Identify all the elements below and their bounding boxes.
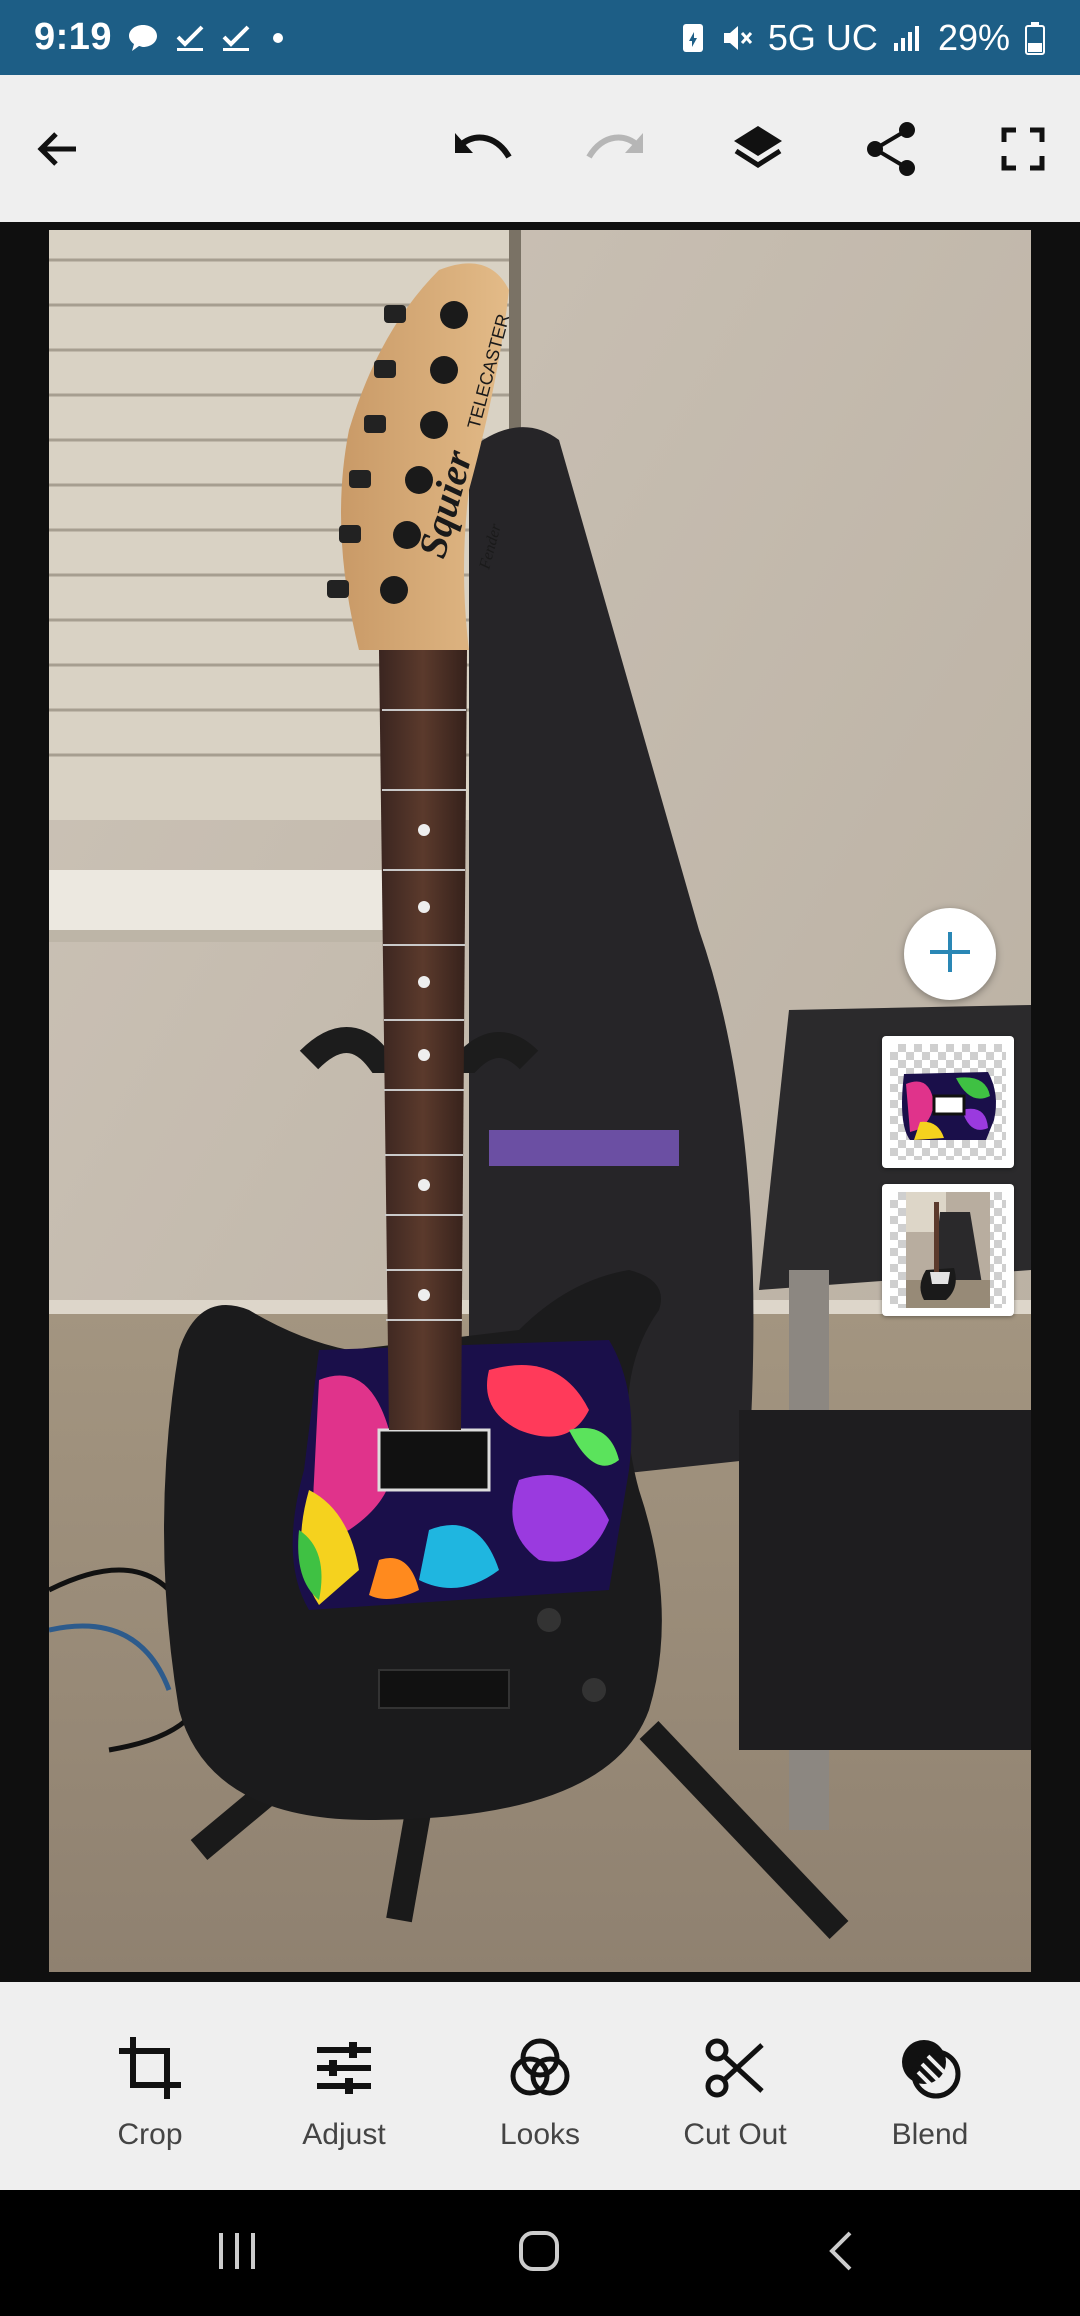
- looks-circles-icon: [508, 2032, 572, 2104]
- scissors-icon: [704, 2032, 766, 2104]
- check-icon: [174, 22, 206, 54]
- undo-icon: [451, 127, 515, 171]
- network-type: 5G UC: [767, 16, 878, 58]
- signal-icon: [892, 23, 924, 53]
- chat-icon: [126, 22, 160, 54]
- back-arrow-icon: [34, 126, 80, 172]
- home-button[interactable]: [474, 2190, 604, 2316]
- canvas-area[interactable]: Squier TELECASTER Fender: [0, 222, 1080, 1982]
- recent-apps-icon: [215, 2231, 259, 2276]
- fullscreen-button[interactable]: [968, 75, 1078, 222]
- redo-icon: [583, 127, 647, 171]
- layers-icon: [730, 121, 786, 177]
- top-toolbar: [0, 75, 1080, 222]
- fullscreen-icon: [1001, 127, 1045, 171]
- blend-label: Blend: [891, 2118, 969, 2151]
- blend-icon: [898, 2032, 962, 2104]
- dot-icon: [266, 26, 290, 50]
- adjust-tool[interactable]: Adjust: [269, 1982, 419, 2190]
- crop-tool[interactable]: Crop: [75, 1982, 225, 2190]
- layer-thumbnail-pickguard[interactable]: [882, 1036, 1014, 1168]
- cutout-label: Cut Out: [683, 2118, 787, 2151]
- crop-icon: [117, 2032, 183, 2104]
- mute-icon: [720, 21, 754, 55]
- recent-apps-button[interactable]: [172, 2190, 302, 2316]
- looks-label: Looks: [499, 2118, 581, 2151]
- crop-label: Crop: [117, 2118, 183, 2151]
- back-button[interactable]: [2, 75, 112, 222]
- battery-percent: 29%: [937, 16, 1010, 58]
- status-time: 9:19: [34, 16, 113, 58]
- status-bar: 9:19 5G UC 29%: [0, 0, 1080, 75]
- battery-saver-icon: [680, 21, 706, 55]
- blend-tool[interactable]: Blend: [855, 1982, 1005, 2190]
- check-icon: [220, 22, 252, 54]
- undo-button[interactable]: [428, 75, 538, 222]
- cutout-tool[interactable]: Cut Out: [660, 1982, 810, 2190]
- layers-button[interactable]: [703, 75, 813, 222]
- add-layer-button[interactable]: [904, 908, 996, 1000]
- system-back-button[interactable]: [776, 2190, 906, 2316]
- bottom-tool-bar: Crop Adjust Looks Cut Out Blend: [0, 1982, 1080, 2190]
- share-icon: [863, 120, 919, 178]
- sliders-icon: [315, 2032, 373, 2104]
- layer-thumbnail-photo[interactable]: [882, 1184, 1014, 1316]
- looks-tool[interactable]: Looks: [465, 1982, 615, 2190]
- redo-button[interactable]: [560, 75, 670, 222]
- plus-icon: [926, 928, 974, 981]
- chevron-left-icon: [826, 2229, 856, 2278]
- adjust-label: Adjust: [302, 2118, 386, 2151]
- system-nav-bar: [0, 2190, 1080, 2316]
- share-button[interactable]: [836, 75, 946, 222]
- battery-icon: [1024, 21, 1046, 55]
- home-icon: [517, 2229, 561, 2278]
